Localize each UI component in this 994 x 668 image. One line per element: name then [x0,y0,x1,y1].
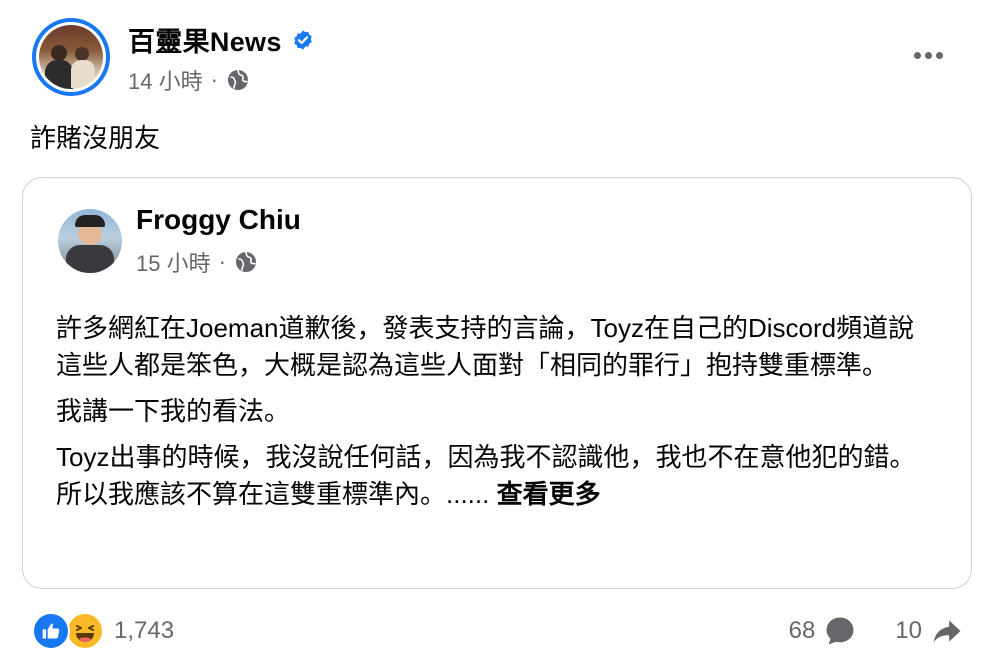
reaction-count: 1,743 [114,617,175,644]
body-paragraph: 許多網紅在Joeman道歉後，發表支持的言論，Toyz在自己的Discord頻道… [56,313,915,380]
shared-post-meta: 15 小時 · [136,246,258,278]
shared-post-card[interactable]: Froggy Chiu 15 小時 · 許多網紅在Joeman道歉後，發表支持的… [22,177,972,589]
page-name-row: 百靈果News [128,20,314,59]
globe-icon [235,251,256,272]
post-caption: 詐賭沒朋友 [30,123,161,153]
post-footer: 1,743 68 10 [32,610,972,654]
shared-author-name[interactable]: Froggy Chiu [136,204,301,236]
verified-badge-icon [293,29,312,50]
comment-count[interactable]: 68 [789,617,816,645]
body-paragraph: Toyz出事的時候，我沒說任何話，因為我不認識他，我也不在意他犯的錯。所以我應該… [56,439,936,513]
more-options-icon [913,51,921,59]
shared-post-body: 許多網紅在Joeman道歉後，發表支持的言論，Toyz在自己的Discord頻道… [56,310,936,522]
globe-icon [227,69,248,90]
engagement-stats: 68 10 [789,614,964,648]
haha-reaction-icon [66,612,104,650]
meta-separator: · [218,249,226,274]
shared-post-time[interactable]: 15 小時 [136,246,211,278]
see-more-link[interactable]: 查看更多 [497,479,601,509]
page-avatar-photo [39,25,103,89]
body-paragraph-text: Toyz出事的時候，我沒說任何話，因為我不認識他，我也不在意他犯的錯。所以我應該… [56,442,916,509]
page-name[interactable]: 百靈果News [128,20,282,59]
like-reaction-icon [32,612,70,650]
share-count[interactable]: 10 [895,617,922,645]
comment-icon[interactable] [823,614,857,648]
page-avatar[interactable] [32,18,110,96]
share-icon[interactable] [930,614,964,648]
meta-separator: · [210,67,218,92]
more-options-button[interactable] [908,40,948,70]
reactions-summary[interactable]: 1,743 [32,612,174,650]
post-meta: 14 小時 · [128,64,250,96]
post-header: 百靈果News 14 小時 · [32,18,972,98]
body-paragraph: 我講一下我的看法。 [56,396,291,426]
post-time[interactable]: 14 小時 [128,64,203,96]
shared-author-avatar[interactable] [58,209,122,273]
